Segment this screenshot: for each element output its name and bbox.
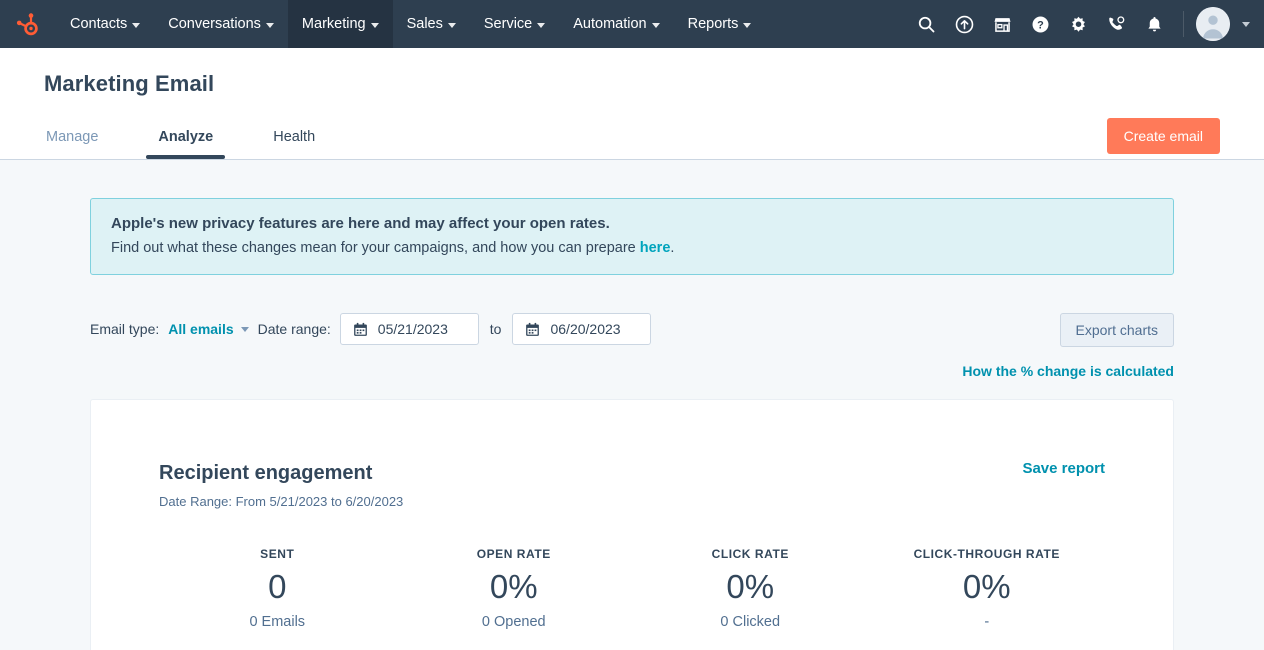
metric-click-through-rate: CLICK-THROUGH RATE 0% - (869, 547, 1106, 630)
date-end-input[interactable]: 06/20/2023 (512, 313, 652, 345)
search-icon[interactable] (909, 7, 943, 41)
chevron-down-icon (240, 326, 249, 332)
phone-call-icon[interactable] (1099, 7, 1133, 41)
nav-item-sales[interactable]: Sales (393, 0, 470, 48)
save-report-link[interactable]: Save report (1022, 460, 1105, 477)
help-question-circle-icon[interactable]: ? (1023, 7, 1057, 41)
chevron-down-icon (447, 22, 456, 28)
email-type-value: All emails (168, 321, 234, 337)
date-start-input[interactable]: 05/21/2023 (339, 313, 479, 345)
metric-sublabel: 0 Emails (249, 613, 306, 630)
how-percent-change-calculated-link[interactable]: How the % change is calculated (962, 363, 1174, 379)
chevron-down-icon (132, 22, 141, 28)
metric-value: 0% (962, 568, 1011, 605)
page-tabs: Manage Analyze Health (44, 119, 1220, 159)
date-range-to-label: to (489, 321, 502, 337)
how-calculated-row: How the % change is calculated (90, 363, 1174, 381)
metric-value: 0% (489, 568, 538, 605)
chevron-down-icon (651, 22, 660, 28)
card-date-range-subtitle: Date Range: From 5/21/2023 to 6/20/2023 (159, 494, 404, 509)
notifications-bell-icon[interactable] (1137, 7, 1171, 41)
create-email-button[interactable]: Create email (1106, 118, 1220, 154)
alert-body: Find out what these changes mean for you… (111, 240, 1153, 256)
chevron-down-icon (370, 22, 379, 28)
nav-item-service[interactable]: Service (470, 0, 559, 48)
nav-item-marketing[interactable]: Marketing (287, 0, 393, 48)
filter-bar: Email type: All emails Date range: 05/21… (90, 313, 1174, 347)
primary-nav-items: Contacts Conversations Marketing Sales S… (56, 0, 765, 48)
tab-health[interactable]: Health (271, 119, 317, 159)
calendar-icon (526, 322, 540, 336)
marketplace-store-icon[interactable] (985, 7, 1019, 41)
nav-item-label: Conversations (168, 16, 261, 32)
nav-item-label: Contacts (70, 16, 128, 32)
export-charts-button[interactable]: Export charts (1059, 313, 1174, 347)
top-navigation-bar: Contacts Conversations Marketing Sales S… (0, 0, 1264, 48)
account-menu-chevron-down-icon[interactable] (1242, 21, 1250, 27)
metric-label: OPEN RATE (476, 547, 551, 561)
metric-sublabel: - (984, 613, 990, 630)
alert-title: Apple's new privacy features are here an… (111, 215, 610, 232)
metric-sublabel: 0 Opened (481, 613, 546, 630)
metrics-row: SENT 0 0 Emails OPEN RATE 0% 0 Opened CL… (159, 547, 1105, 630)
recipient-engagement-card: Recipient engagement Date Range: From 5/… (90, 399, 1174, 650)
date-start-value: 05/21/2023 (377, 321, 448, 337)
metric-label: CLICK-THROUGH RATE (913, 547, 1060, 561)
avatar[interactable] (1196, 7, 1230, 41)
main-content: Apple's new privacy features are here an… (0, 160, 1264, 650)
email-type-label: Email type: (90, 321, 160, 337)
alert-here-link[interactable]: here (640, 240, 671, 256)
nav-item-label: Marketing (301, 16, 366, 32)
nav-divider (1183, 11, 1184, 37)
nav-item-automation[interactable]: Automation (559, 0, 673, 48)
svg-text:?: ? (1037, 19, 1044, 31)
tab-analyze[interactable]: Analyze (146, 119, 226, 159)
nav-item-contacts[interactable]: Contacts (56, 0, 154, 48)
upgrade-arrow-up-circle-icon[interactable] (947, 7, 981, 41)
settings-gear-icon[interactable] (1061, 7, 1095, 41)
chevron-down-icon (743, 22, 752, 28)
nav-item-conversations[interactable]: Conversations (154, 0, 288, 48)
date-range-label: Date range: (257, 321, 331, 337)
alert-body-text-after: . (670, 240, 675, 256)
email-type-dropdown[interactable]: All emails (168, 321, 249, 337)
date-end-value: 06/20/2023 (550, 321, 621, 337)
calendar-icon (353, 322, 367, 336)
card-title: Recipient engagement (159, 462, 373, 484)
chevron-down-icon (265, 22, 274, 28)
page-title: Marketing Email (44, 71, 215, 96)
metric-open-rate: OPEN RATE 0% 0 Opened (396, 547, 633, 630)
nav-item-label: Automation (573, 16, 647, 32)
chevron-down-icon (537, 22, 546, 28)
metric-click-rate: CLICK RATE 0% 0 Clicked (632, 547, 869, 630)
nav-item-label: Service (483, 16, 533, 32)
page-header: Marketing Email Create email Manage Anal… (0, 48, 1264, 160)
metric-sent: SENT 0 0 Emails (159, 547, 396, 630)
metric-label: SENT (260, 547, 295, 561)
metric-value: 0% (726, 568, 775, 605)
metric-sublabel: 0 Clicked (720, 613, 781, 630)
hubspot-sprocket-logo (16, 13, 38, 36)
tab-manage[interactable]: Manage (44, 119, 100, 159)
nav-item-label: Reports (687, 16, 739, 32)
hubspot-logo-link[interactable] (0, 0, 56, 48)
metric-value: 0 (268, 568, 287, 605)
alert-body-text-before: Find out what these changes mean for you… (111, 240, 640, 256)
privacy-alert-banner: Apple's new privacy features are here an… (90, 198, 1174, 275)
nav-item-reports[interactable]: Reports (674, 0, 766, 48)
nav-utility-icons: ? (909, 0, 1250, 48)
nav-item-label: Sales (406, 16, 443, 32)
metric-label: CLICK RATE (711, 547, 789, 561)
